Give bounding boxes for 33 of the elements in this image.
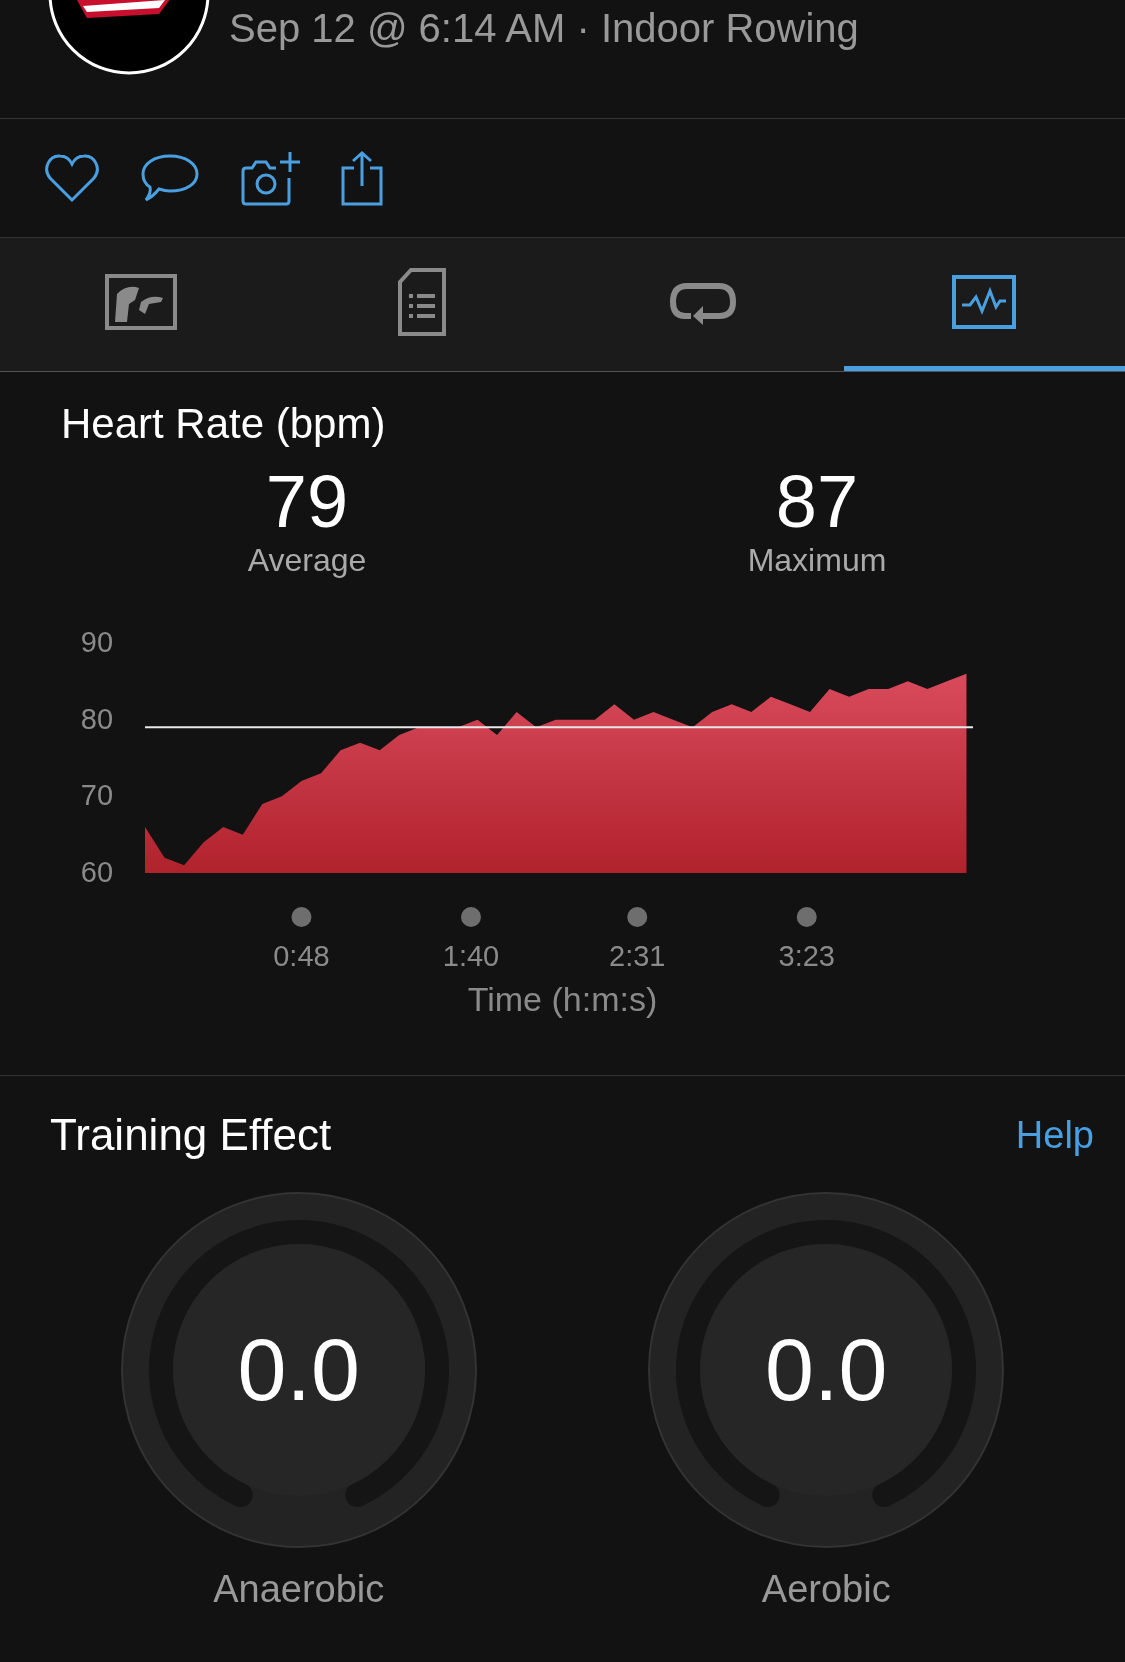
- y-tick-label: 90: [80, 626, 114, 658]
- x-tick-label: 2:31: [609, 940, 666, 972]
- gauge-label: Aerobic: [761, 1568, 891, 1611]
- help-link[interactable]: Help: [1015, 1113, 1094, 1157]
- x-tick-label: 3:23: [778, 940, 835, 972]
- y-tick-label: 60: [80, 856, 114, 888]
- lap-marker[interactable]: [627, 907, 648, 927]
- like-icon[interactable]: [44, 152, 100, 204]
- activity-subtitle: Sep 12 @ 6:14 AM · Indoor Rowing: [229, 6, 859, 51]
- y-tick-label: 80: [80, 702, 114, 735]
- stat-value: 79: [265, 462, 349, 542]
- stat-label: Maximum: [747, 542, 887, 579]
- add-photo-icon[interactable]: [240, 150, 300, 206]
- gauge-label: Anaerobic: [213, 1568, 385, 1611]
- share-icon[interactable]: [340, 150, 384, 206]
- section-title: Heart Rate (bpm): [60, 399, 387, 448]
- lap-marker[interactable]: [796, 907, 817, 927]
- gauge-value: 0.0: [237, 1319, 360, 1421]
- stat-label: Average: [247, 542, 367, 579]
- gauge-value: 0.0: [765, 1319, 888, 1421]
- map-icon: [104, 274, 177, 330]
- stat-value: 87: [775, 462, 859, 542]
- lap-marker[interactable]: [291, 907, 312, 927]
- comment-icon[interactable]: [140, 152, 200, 204]
- y-tick-label: 70: [80, 779, 114, 812]
- x-tick-label: 1:40: [442, 940, 500, 972]
- document-list-icon: [396, 268, 447, 336]
- x-tick-label: 0:48: [273, 940, 330, 972]
- heart-rate-chart-icon: [952, 275, 1017, 329]
- avatar-icon[interactable]: [47, 0, 211, 76]
- lap-marker[interactable]: [461, 907, 481, 927]
- axis-title: Time (h:m:s): [466, 980, 659, 1019]
- section-title: Training Effect: [50, 1110, 332, 1160]
